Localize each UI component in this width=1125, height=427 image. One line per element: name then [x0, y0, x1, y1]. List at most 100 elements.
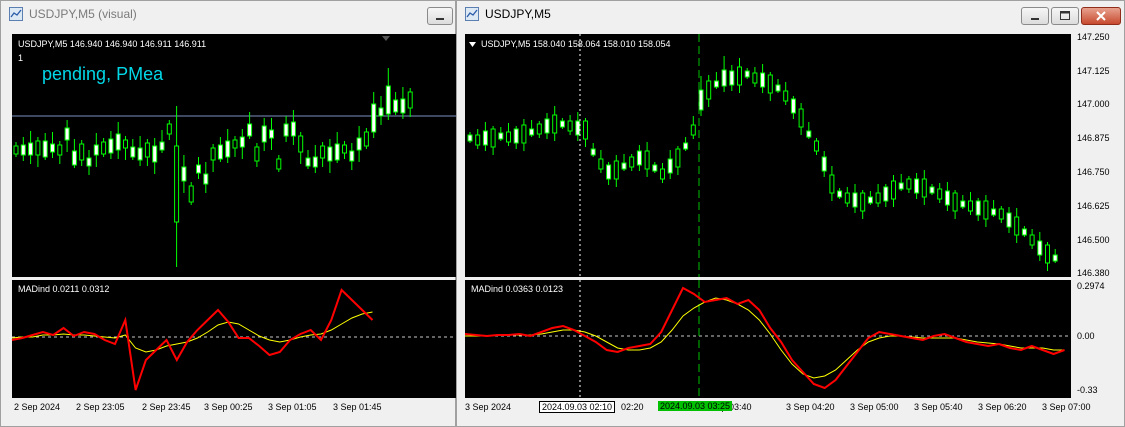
price-tick: 146.750: [1077, 167, 1110, 177]
candle-body: [254, 146, 260, 162]
candle-body: [829, 174, 835, 194]
candle-body: [798, 108, 804, 128]
candle-body: [968, 200, 973, 212]
indicator-chart[interactable]: MADind 0.0363 0.0123: [464, 280, 1071, 398]
candle-body: [482, 130, 488, 146]
mad-slow-line: [11, 311, 373, 353]
candle-body: [467, 134, 473, 142]
indicator-chart[interactable]: MADind 0.0211 0.0312: [11, 280, 457, 398]
candle-body: [1052, 254, 1058, 262]
candle-body: [944, 190, 950, 206]
candle-body: [613, 160, 619, 180]
candle-body: [93, 144, 99, 156]
candle-body: [166, 123, 172, 135]
candle-body: [713, 80, 719, 88]
titlebar-right[interactable]: USDJPY,M5: [457, 1, 1124, 27]
price-tick: 147.250: [1077, 32, 1110, 42]
candle-body: [290, 121, 296, 137]
candle-body: [261, 125, 267, 143]
time-axis: 2 Sep 2024 2 Sep 23:05 2 Sep 23:45 3 Sep…: [12, 402, 457, 416]
candle-body: [137, 147, 143, 161]
candle-body: [239, 136, 245, 148]
candle-body: [320, 145, 326, 159]
candle-body: [552, 114, 558, 134]
candle-body: [706, 80, 712, 100]
candle-body: [644, 150, 650, 170]
price-axis[interactable]: 147.250 147.125 147.000 146.875 146.750 …: [1071, 32, 1125, 278]
indicator-axis[interactable]: 0.2974 0.00 -0.33: [1071, 280, 1125, 398]
mad-indicator-lines: [464, 280, 1071, 398]
candle-body: [721, 69, 727, 87]
candle-body: [342, 144, 347, 154]
indicator-tick: 0.2974: [1077, 281, 1105, 291]
candle-body: [821, 156, 827, 172]
maximize-button[interactable]: [1051, 7, 1079, 25]
candle-body: [675, 148, 681, 168]
mad-fast-line: [464, 286, 1065, 390]
price-chart[interactable]: USDJPY,M5 158.040 158.064 158.010 158.05…: [465, 34, 1071, 277]
candle-body: [327, 146, 333, 162]
time-label: 2 Sep 2024: [14, 402, 61, 412]
chart-window-icon: [465, 7, 479, 21]
candle-body: [305, 157, 311, 167]
window-left[interactable]: USDJPY,M5 (visual) USDJPY,M5 146.940 146…: [0, 0, 457, 427]
candle-body: [57, 144, 63, 156]
candle-body: [407, 91, 413, 109]
titlebar-left[interactable]: USDJPY,M5 (visual): [1, 1, 455, 27]
candle-body: [71, 150, 77, 166]
close-button[interactable]: [1081, 7, 1121, 25]
candle-body: [621, 162, 627, 170]
candle-body: [217, 144, 223, 160]
minimize-button[interactable]: [1021, 7, 1049, 25]
candle-body: [837, 190, 843, 198]
candle-body: [196, 164, 201, 174]
candle-body: [334, 143, 340, 161]
candle-body: [975, 200, 981, 216]
candle-body: [536, 123, 542, 135]
price-tick: 147.125: [1077, 66, 1110, 76]
candle-body: [698, 89, 704, 111]
candle-body: [767, 74, 773, 94]
candle-body: [921, 178, 927, 198]
candle-body: [1029, 234, 1035, 246]
candlesticks: [467, 34, 1058, 277]
minimize-button[interactable]: [427, 7, 453, 25]
candle-body: [775, 84, 781, 92]
candle-body: [13, 145, 19, 155]
candle-body: [737, 66, 742, 86]
price-chart[interactable]: USDJPY,M5 146.940 146.940 146.911 146.91…: [12, 34, 457, 277]
price-tick: 146.875: [1077, 133, 1110, 143]
time-label: 3 Sep 07:00: [1042, 402, 1091, 412]
candle-body: [867, 196, 873, 204]
candle-body: [35, 140, 41, 156]
candle-body: [371, 103, 377, 133]
candle-body: [181, 166, 187, 182]
mad-indicator-lines: [11, 288, 457, 391]
candle-body: [28, 142, 34, 156]
candle-body: [101, 141, 107, 155]
candle-body: [385, 85, 391, 115]
candle-body: [312, 156, 318, 168]
candle-body: [960, 200, 966, 208]
candle-body: [498, 132, 504, 140]
candle-body: [760, 72, 766, 88]
candle-body: [598, 158, 604, 170]
candle-body: [629, 156, 635, 168]
candle-body: [814, 140, 819, 152]
candle-body: [1045, 244, 1050, 264]
candle-body: [1006, 212, 1012, 228]
time-label: 2 Sep 23:45: [142, 402, 191, 412]
candle-body: [729, 70, 735, 86]
candle-body: [898, 182, 904, 190]
mad-slow-line: [465, 297, 1065, 379]
window-title: USDJPY,M5 (visual): [29, 7, 137, 21]
candle-body: [744, 70, 750, 78]
window-right[interactable]: USDJPY,M5 USDJPY,M5 158.040 158.064 158.…: [456, 0, 1125, 427]
candlesticks: [12, 68, 457, 267]
candle-body: [276, 158, 282, 170]
candle-body: [64, 127, 70, 141]
candle-body: [636, 150, 642, 166]
candle-body: [790, 98, 796, 114]
candle-body: [349, 150, 355, 162]
candle-body: [225, 140, 231, 158]
